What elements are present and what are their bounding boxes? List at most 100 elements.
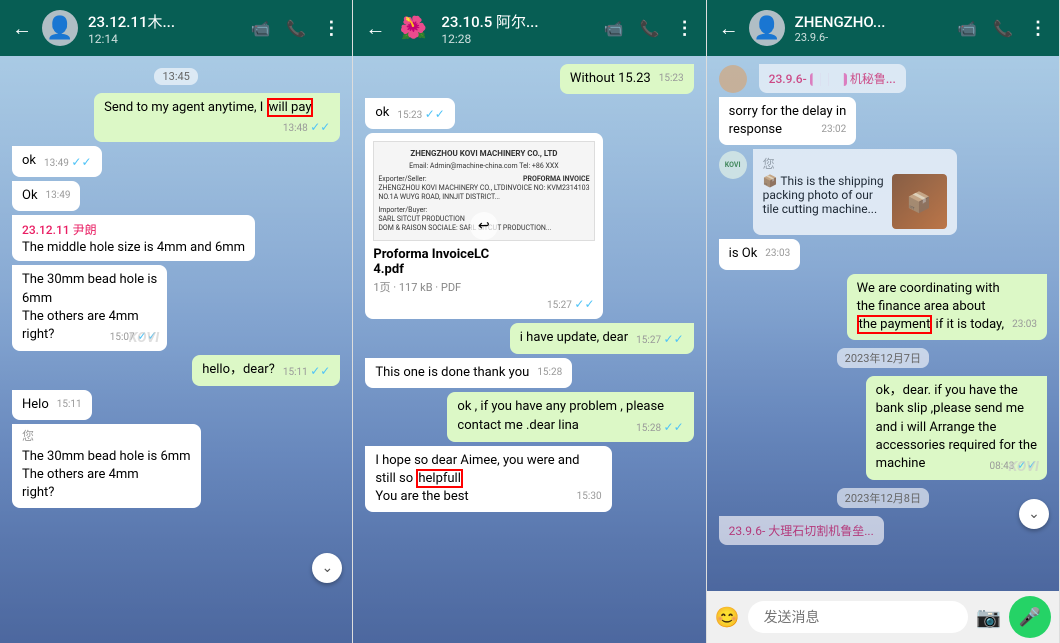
pdf-meta: 1页 · 117 kB · PDF	[373, 279, 594, 295]
scroll-down-button-3[interactable]: ⌄	[1019, 499, 1049, 529]
sender-name-msg: 23.9.6- ████ 机秘鲁...	[759, 64, 906, 93]
msg-row: Ok 13:49	[12, 181, 340, 211]
message-bubble: 您 The 30mm bead hole is 6mmThe others ar…	[12, 424, 201, 508]
header-info-2: 23.10.5 阿尔... 12:28	[441, 11, 593, 46]
contact-name-1: 23.12.11木...	[88, 11, 240, 32]
msg-row: I hope so dear Aimee, you were and still…	[365, 446, 693, 513]
back-button-1[interactable]: ←	[12, 16, 32, 41]
msg-time: 15:23	[659, 72, 684, 86]
message-bubble: Send to my agent anytime, I will pay 13:…	[94, 93, 340, 142]
back-button-2[interactable]: ←	[365, 16, 385, 41]
msg-time: 13:48 ✓✓	[283, 119, 331, 136]
header-info-3: ZHENGZHO... 23.9.6-	[795, 13, 947, 44]
message-bubble: We are coordinating withthe finance area…	[847, 274, 1047, 341]
msg-time: 23:03	[1012, 318, 1037, 332]
msg-text: ok	[375, 105, 389, 120]
msg-row: We are coordinating withthe finance area…	[719, 274, 1047, 341]
msg-row: ok , if you have any problem , please co…	[365, 392, 693, 441]
message-bubble: is Ok 23:03	[719, 239, 801, 269]
msg-text: is Ok	[729, 246, 758, 261]
chat-messages-3: 23.9.6- ████ 机秘鲁... sorry for the delay …	[707, 56, 1059, 591]
msg-row: hello，dear? 15:11 ✓✓	[12, 355, 340, 386]
msg-text: Send to my agent anytime, I will pay	[104, 98, 313, 117]
msg-row: is Ok 23:03	[719, 239, 1047, 269]
msg-time: 13:49	[46, 189, 71, 203]
video-icon-3[interactable]: 📹	[957, 19, 977, 38]
msg-row: i have update, dear 15:27 ✓✓	[365, 323, 693, 354]
msg-row: 23.9.6- ████ 机秘鲁...	[719, 64, 1047, 93]
msg-row: 23.12.11 尹朗 The middle hole size is 4mm …	[12, 215, 340, 261]
chat-panel-3: ← 👤 ZHENGZHO... 23.9.6- 📹 📞 ⋮ 23.9.6- ██…	[707, 0, 1060, 643]
kovi-watermark: KOVI	[1009, 458, 1039, 478]
forward-button[interactable]: ↩	[470, 212, 498, 240]
timestamp: 13:45	[154, 68, 197, 85]
message-bubble: hello，dear? 15:11 ✓✓	[192, 355, 340, 386]
message-bubble: This one is done thank you 15:28	[365, 358, 572, 388]
chat-panel-1: ← 👤 23.12.11木... 12:14 📹 📞 ⋮ 13:45 Send …	[0, 0, 353, 643]
back-button-3[interactable]: ←	[719, 16, 739, 41]
msg-time: 15:11 ✓✓	[283, 363, 331, 380]
avatar-2: 🌺	[395, 10, 431, 46]
camera-icon-3[interactable]: 📷	[976, 605, 1001, 629]
msg-row: 您 The 30mm bead hole is 6mmThe others ar…	[12, 424, 340, 508]
msg-text: The 30mm bead hole is 6mmThe others are …	[22, 449, 191, 500]
pdf-time: 15:27 ✓✓	[373, 297, 594, 311]
msg-row: ok 13:49 ✓✓	[12, 146, 340, 177]
group-message-bubble: 23.12.11 尹朗 The middle hole size is 4mm …	[12, 215, 255, 261]
more-icon-1[interactable]: ⋮	[322, 18, 340, 39]
highlighted-helpfull: helpfull	[416, 469, 463, 488]
phone-icon-3[interactable]: 📞	[993, 19, 1013, 38]
msg-row: Helo 15:11	[12, 390, 340, 420]
msg-time: 15:28 ✓✓	[636, 419, 684, 436]
more-icon-3[interactable]: ⋮	[1029, 18, 1047, 39]
scroll-down-button-1[interactable]: ⌄	[312, 553, 342, 583]
contact-time-2: 12:28	[441, 32, 593, 46]
video-icon-2[interactable]: 📹	[604, 19, 624, 38]
phone-icon-2[interactable]: 📞	[640, 19, 660, 38]
msg-with-image: 📦 This is the shippingpacking photo of o…	[763, 174, 947, 229]
msg-row: Without 15.23 15:23	[365, 64, 693, 94]
pdf-filename: Proforma InvoiceLC4.pdf	[373, 247, 594, 277]
msg-text: Ok	[22, 188, 38, 203]
message-input-3[interactable]	[748, 601, 969, 633]
avatar-1: 👤	[42, 10, 78, 46]
msg-text: Helo	[22, 397, 49, 412]
contact-time-1: 12:14	[88, 32, 240, 46]
pdf-attachment[interactable]: ZHENGZHOU KOVI MACHINERY CO., LTD Email:…	[365, 133, 602, 319]
message-bubble: sorry for the delay inresponse 23:02	[719, 97, 857, 145]
group-sender: 23.12.11 尹朗	[22, 221, 245, 238]
emoji-icon-3[interactable]: 😊	[715, 605, 740, 629]
msg-text: Without 15.23	[570, 71, 651, 86]
msg-time: 15:23 ✓✓	[397, 106, 445, 123]
highlighted-payment: the payment	[857, 315, 933, 334]
message-bubble: ok , if you have any problem , please co…	[447, 392, 693, 441]
header-info-1: 23.12.11木... 12:14	[88, 11, 240, 46]
message-bubble: i have update, dear 15:27 ✓✓	[510, 323, 694, 354]
message-bubble: Without 15.23 15:23	[560, 64, 694, 94]
self-msg-bubble: 您 📦 This is the shippingpacking photo of…	[753, 149, 957, 235]
more-icon-2[interactable]: ⋮	[676, 18, 694, 39]
contact-sub-3: 23.9.6-	[795, 31, 947, 44]
msg-text: I hope so dear Aimee, you were and still…	[375, 453, 579, 504]
message-bubble: ok 15:23 ✓✓	[365, 98, 455, 129]
msg-time: 15:11	[57, 398, 82, 412]
send-button-3[interactable]: 🎤	[1009, 596, 1051, 638]
msg-time: 15:27 ✓✓	[636, 331, 684, 348]
msg-row: This one is done thank you 15:28	[365, 358, 693, 388]
header-icons-2: 📹 📞 ⋮	[604, 18, 694, 39]
chat-messages-2: Without 15.23 15:23 ok 15:23 ✓✓ ZHENGZHO…	[353, 56, 705, 643]
blurred-label: ████	[810, 73, 847, 86]
msg-time: 23:03	[765, 247, 790, 261]
shipping-photo-thumbnail: 📦	[892, 174, 947, 229]
header-icons-3: 📹 📞 ⋮	[957, 18, 1047, 39]
msg-time: 13:49 ✓✓	[44, 154, 92, 171]
chat-header-3: ← 👤 ZHENGZHO... 23.9.6- 📹 📞 ⋮	[707, 0, 1059, 56]
video-icon-1[interactable]: 📹	[250, 19, 270, 38]
msg-text: 📦 This is the shippingpacking photo of o…	[763, 174, 884, 216]
phone-icon-1[interactable]: 📞	[286, 19, 306, 38]
msg-row: ok，dear. if you have thebank slip ,pleas…	[719, 376, 1047, 480]
msg-row: 23.9.6- 大理石切割机鲁垒...	[719, 516, 1047, 545]
message-bubble: Helo 15:11	[12, 390, 92, 420]
msg-row: KOVI 您 📦 This is the shippingpacking pho…	[719, 149, 1047, 235]
msg-time: 23:02	[821, 123, 846, 137]
